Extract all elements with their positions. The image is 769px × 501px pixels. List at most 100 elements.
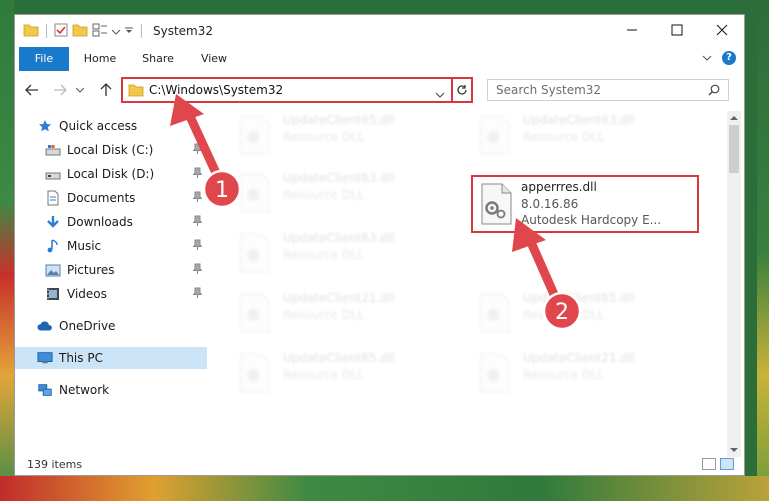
- sidebar-item-music[interactable]: Music: [15, 235, 207, 257]
- pin-icon[interactable]: [192, 143, 203, 158]
- navigation-pane: Quick access Local Disk (C:) Local Disk …: [15, 109, 207, 459]
- address-path: C:\Windows\System32: [149, 83, 284, 97]
- star-icon: [37, 118, 53, 134]
- pin-icon[interactable]: [192, 287, 203, 302]
- file-tile[interactable]: UpdateClient65.dll Resource DLL: [455, 287, 655, 339]
- file-tile[interactable]: UpdateClient63.dll Resource DLL: [215, 227, 415, 279]
- address-bar[interactable]: C:\Windows\System32: [121, 77, 453, 103]
- recent-locations-button[interactable]: [73, 79, 87, 101]
- maximize-button[interactable]: [654, 15, 699, 45]
- tab-file[interactable]: File: [19, 47, 69, 71]
- pin-icon[interactable]: [192, 263, 203, 278]
- file-tile[interactable]: UpdateClient65.dll Resource DLL: [215, 109, 415, 161]
- desktop-background-right: [757, 0, 769, 501]
- cloud-icon: [37, 318, 53, 334]
- file-name: apperrres.dll: [521, 180, 597, 194]
- close-icon: [716, 24, 727, 36]
- music-icon: [45, 238, 61, 254]
- forward-arrow-icon: [54, 84, 67, 96]
- file-tile[interactable]: UpdateClient63.dll Resource DLL: [215, 167, 415, 219]
- vertical-scrollbar[interactable]: [727, 111, 741, 457]
- dll-file-icon: [481, 183, 512, 225]
- search-icon[interactable]: [708, 84, 720, 99]
- tab-share[interactable]: Share: [135, 47, 181, 71]
- up-arrow-icon: [100, 83, 112, 96]
- sidebar-item-local-disk-c[interactable]: Local Disk (C:): [15, 139, 207, 161]
- chevron-down-icon: [76, 87, 84, 93]
- sidebar-item-this-pc[interactable]: This PC: [15, 347, 207, 369]
- sidebar-item-local-disk-d[interactable]: Local Disk (D:): [15, 163, 207, 185]
- customize-toolbar-icon[interactable]: [124, 24, 134, 38]
- navigation-bar: C:\Windows\System32 Search System32: [15, 75, 744, 105]
- ribbon-right-controls: ?: [702, 51, 736, 65]
- details-view-icon[interactable]: [702, 458, 716, 470]
- status-bar: 139 items: [15, 455, 744, 475]
- properties-icon[interactable]: [54, 23, 68, 40]
- sidebar-item-network[interactable]: Network: [15, 379, 207, 401]
- folder-icon[interactable]: [23, 23, 39, 40]
- drive-icon: [45, 142, 61, 158]
- tiles-view-icon[interactable]: [720, 458, 734, 470]
- scroll-up-icon[interactable]: [727, 111, 741, 125]
- back-button[interactable]: [21, 79, 43, 101]
- toolbar-separator: [141, 24, 142, 38]
- dll-file-icon: [240, 115, 270, 155]
- network-icon: [37, 382, 53, 398]
- download-icon: [45, 214, 61, 230]
- view-options-icon[interactable]: [92, 23, 108, 40]
- window-title: System32: [153, 24, 214, 38]
- up-button[interactable]: [95, 79, 117, 101]
- dll-file-icon: [240, 173, 270, 213]
- address-dropdown-icon[interactable]: [435, 87, 445, 101]
- file-list: UpdateClient65.dll Resource DLL UpdateCl…: [215, 109, 725, 459]
- refresh-button[interactable]: [451, 77, 473, 103]
- file-tile[interactable]: UpdateClient65.dll Resource DLL: [215, 347, 415, 399]
- dll-file-icon: [240, 233, 270, 273]
- file-tile[interactable]: UpdateClient63.dll Resource DLL: [455, 109, 655, 161]
- sidebar-item-quick-access[interactable]: Quick access: [15, 115, 207, 137]
- forward-button[interactable]: [49, 79, 71, 101]
- sidebar-item-onedrive[interactable]: OneDrive: [15, 315, 207, 337]
- search-box[interactable]: Search System32: [487, 79, 729, 101]
- sidebar-item-videos[interactable]: Videos: [15, 283, 207, 305]
- toolbar-separator: [46, 24, 47, 38]
- dll-file-icon: [240, 353, 270, 393]
- new-folder-icon[interactable]: [72, 23, 88, 40]
- scroll-thumb[interactable]: [729, 125, 739, 173]
- chevron-down-icon[interactable]: [111, 24, 121, 38]
- pictures-icon: [45, 262, 61, 278]
- sidebar-item-documents[interactable]: Documents: [15, 187, 207, 209]
- file-tile[interactable]: UpdateClient21.dll Resource DLL: [215, 287, 415, 339]
- videos-icon: [45, 286, 61, 302]
- pin-icon[interactable]: [192, 191, 203, 206]
- sidebar-item-pictures[interactable]: Pictures: [15, 259, 207, 281]
- pin-icon[interactable]: [192, 167, 203, 182]
- file-tile-apperrres[interactable]: apperrres.dll 8.0.16.86 Autodesk Hardcop…: [471, 175, 699, 233]
- view-switcher: [702, 458, 734, 470]
- file-description: Autodesk Hardcopy E...: [521, 213, 662, 227]
- minimize-button[interactable]: [609, 15, 654, 45]
- quick-access-toolbar: [23, 23, 145, 39]
- tab-home[interactable]: Home: [77, 47, 123, 71]
- folder-icon: [128, 83, 144, 100]
- maximize-icon: [671, 24, 682, 36]
- sidebar-item-downloads[interactable]: Downloads: [15, 211, 207, 233]
- search-input[interactable]: Search System32: [496, 83, 601, 97]
- file-version: 8.0.16.86: [521, 197, 579, 211]
- dll-file-icon: [480, 293, 510, 333]
- minimize-icon: [626, 29, 637, 31]
- pin-icon[interactable]: [192, 239, 203, 254]
- dll-file-icon: [480, 353, 510, 393]
- title-bar: System32: [15, 15, 744, 47]
- desktop-background-left: [0, 0, 14, 501]
- dll-file-icon: [480, 115, 510, 155]
- pin-icon[interactable]: [192, 215, 203, 230]
- file-tile[interactable]: UpdateClient21.dll Resource DLL: [455, 347, 655, 399]
- close-button[interactable]: [699, 15, 744, 45]
- tab-view[interactable]: View: [191, 47, 237, 71]
- help-icon[interactable]: ?: [722, 51, 736, 65]
- back-arrow-icon: [25, 84, 38, 96]
- documents-icon: [45, 190, 61, 206]
- expand-ribbon-icon[interactable]: [702, 51, 712, 65]
- drive-icon: [45, 166, 61, 182]
